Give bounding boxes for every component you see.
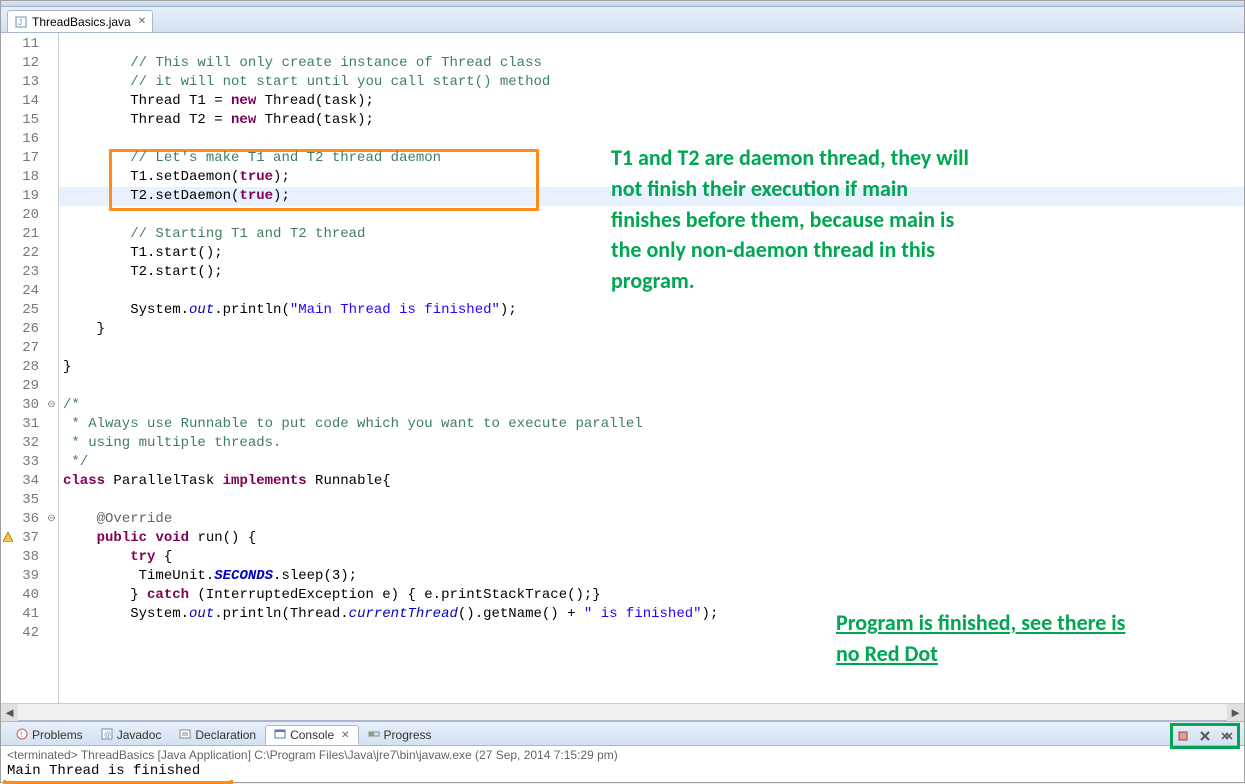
view-tab-declaration[interactable]: Declaration (170, 725, 265, 745)
fold-toggle-icon[interactable]: ⊖ (45, 396, 58, 415)
scroll-right-icon[interactable]: ► (1227, 704, 1244, 721)
view-tab-problems[interactable]: ! Problems (7, 725, 92, 745)
view-tab-bar: ! Problems @ Javadoc Declaration Console ✕ Prog… (1, 722, 1244, 746)
close-icon[interactable]: ✕ (341, 730, 349, 741)
tab-filename: ThreadBasics.java (32, 15, 131, 29)
ide-window: J ThreadBasics.java ✕ 111213141516171819… (0, 0, 1245, 783)
annotation-underline-box (3, 780, 233, 784)
marker-gutter (1, 33, 15, 703)
warning-marker-icon[interactable] (3, 530, 13, 540)
code-editor[interactable]: // This will only create instance of Thr… (59, 33, 1244, 703)
editor-tab-bar: J ThreadBasics.java ✕ (1, 7, 1244, 33)
view-tab-label: Console (290, 728, 334, 742)
line-number-gutter: 1112131415161718192021222324252627282930… (15, 33, 45, 703)
view-tab-label: Problems (32, 728, 83, 742)
view-tab-label: Progress (384, 728, 432, 742)
svg-text:J: J (18, 18, 22, 27)
editor-horizontal-scrollbar[interactable]: ◄ ► (1, 703, 1244, 720)
svg-text:!: ! (20, 730, 22, 739)
scroll-left-icon[interactable]: ◄ (1, 704, 18, 721)
fold-toggle-icon[interactable]: ⊖ (45, 510, 58, 529)
fold-gutter: ⊖⊖ (45, 33, 59, 703)
declaration-icon (179, 728, 191, 743)
view-tab-progress[interactable]: Progress (359, 725, 441, 745)
view-tab-label: Javadoc (117, 728, 162, 742)
view-tab-label: Declaration (195, 728, 256, 742)
console-output-line: Main Thread is finished (7, 762, 1238, 780)
editor-area: 1112131415161718192021222324252627282930… (1, 33, 1244, 703)
remove-launch-button[interactable] (1196, 727, 1214, 745)
console-icon (274, 728, 286, 743)
progress-icon (368, 728, 380, 743)
console-status-line: <terminated> ThreadBasics [Java Applicat… (7, 748, 1238, 762)
console-toolbar (1170, 723, 1240, 749)
editor-tab[interactable]: J ThreadBasics.java ✕ (7, 10, 153, 32)
view-tab-console[interactable]: Console ✕ (265, 725, 358, 745)
terminate-button[interactable] (1174, 727, 1192, 745)
close-icon[interactable]: ✕ (138, 16, 146, 27)
remove-all-launches-button[interactable] (1218, 727, 1236, 745)
svg-text:@: @ (104, 732, 111, 739)
console-body: <terminated> ThreadBasics [Java Applicat… (1, 746, 1244, 782)
problems-icon: ! (16, 728, 28, 743)
view-tab-javadoc[interactable]: @ Javadoc (92, 725, 171, 745)
javadoc-icon: @ (101, 728, 113, 743)
java-file-icon: J (14, 15, 28, 29)
bottom-view-panel: ! Problems @ Javadoc Declaration Console ✕ Prog… (1, 720, 1244, 782)
